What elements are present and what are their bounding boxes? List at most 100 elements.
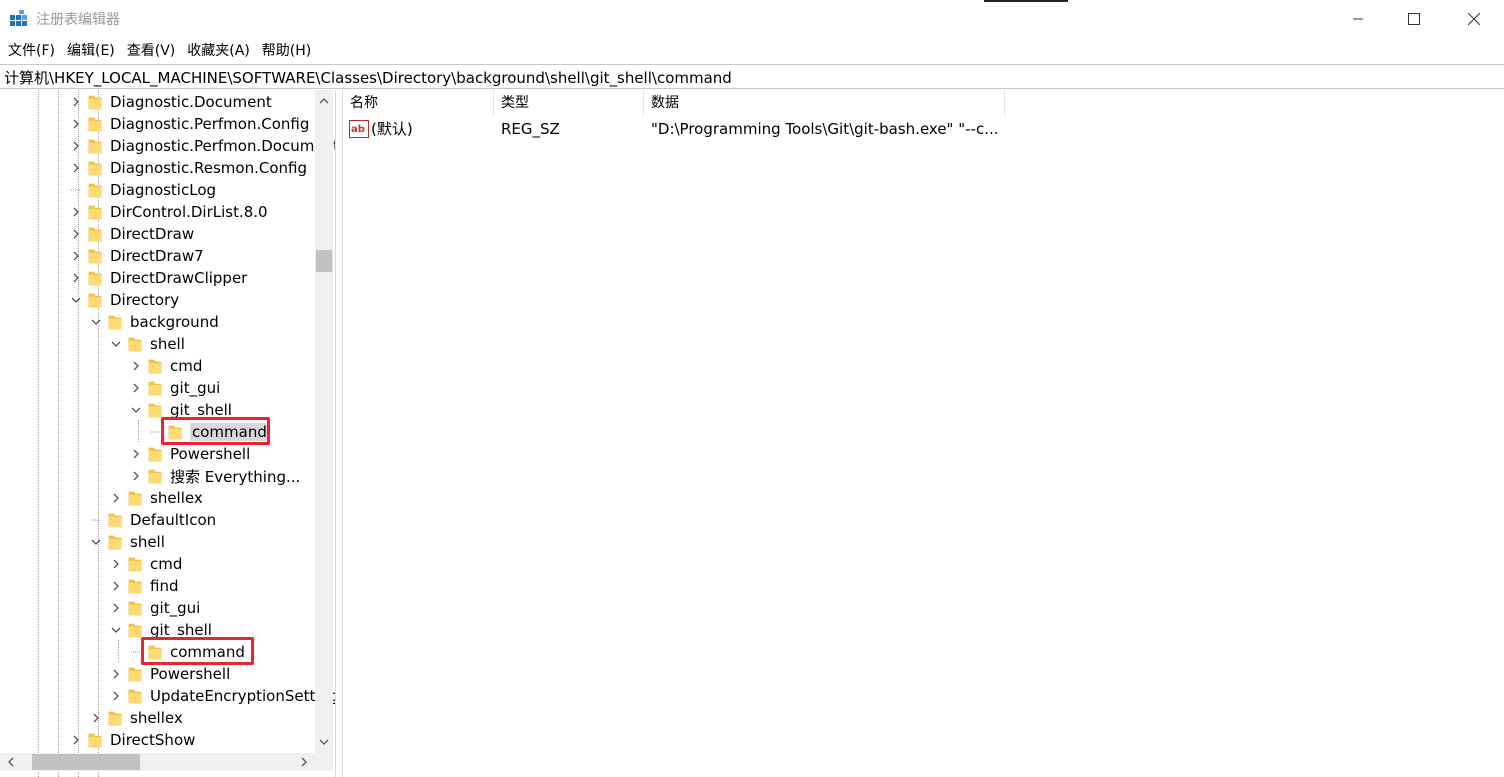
folder-icon xyxy=(88,161,102,176)
tree-item[interactable]: DirectDraw7 xyxy=(68,245,204,267)
folder-icon xyxy=(108,513,122,528)
maximize-button[interactable] xyxy=(1386,0,1442,38)
tree-expander[interactable] xyxy=(68,201,84,223)
tree-item[interactable]: Diagnostic.Resmon.Config xyxy=(68,157,307,179)
tree-item[interactable]: DirectDraw xyxy=(68,223,194,245)
tree-connector-icon xyxy=(71,189,81,191)
scroll-down-button[interactable] xyxy=(315,733,333,751)
folder-icon xyxy=(108,315,122,330)
tree-expander[interactable] xyxy=(88,707,104,729)
tree-item-label: shell xyxy=(130,533,165,551)
tree-expander[interactable] xyxy=(68,157,84,179)
values-list[interactable]: 名称 类型 数据 ab (默认) REG_SZ "D:\Programming … xyxy=(342,90,1504,777)
tree-expander[interactable] xyxy=(88,531,104,553)
horizontal-scroll-thumb[interactable] xyxy=(32,754,140,770)
tree-expander[interactable] xyxy=(68,245,84,267)
registry-tree[interactable]: Diagnostic.Document Diagnostic.Perfmon.Co… xyxy=(0,90,336,777)
menu-edit[interactable]: 编辑(E) xyxy=(61,39,121,63)
chevron-right-icon xyxy=(73,735,79,745)
tree-item[interactable]: Powershell xyxy=(108,663,230,685)
tree-expander[interactable] xyxy=(108,663,124,685)
tree-expander[interactable] xyxy=(68,267,84,289)
tree-expander[interactable] xyxy=(108,685,124,707)
tree-item[interactable]: DirectShow xyxy=(68,729,195,751)
menu-file[interactable]: 文件(F) xyxy=(2,39,61,63)
tree-expander[interactable] xyxy=(68,113,84,135)
tree-item[interactable]: shellex xyxy=(108,487,203,509)
tree-guide-line xyxy=(138,420,139,442)
minimize-button[interactable] xyxy=(1330,0,1386,38)
tree-item[interactable]: Powershell xyxy=(128,443,250,465)
tree-item[interactable]: find xyxy=(108,575,178,597)
tree-expander[interactable] xyxy=(128,465,144,487)
tree-expander[interactable] xyxy=(88,311,104,333)
tree-item[interactable]: git_gui xyxy=(128,377,220,399)
tree-item[interactable]: Diagnostic.Perfmon.Config xyxy=(68,113,309,135)
tree-horizontal-scrollbar[interactable] xyxy=(0,753,315,771)
chevron-down-icon xyxy=(111,341,121,347)
tree-item[interactable]: cmd xyxy=(128,355,202,377)
menu-favorites[interactable]: 收藏夹(A) xyxy=(181,39,256,63)
scroll-right-button[interactable] xyxy=(295,753,313,771)
tree-item-label: DirectShow xyxy=(110,731,196,749)
tree-item[interactable]: Diagnostic.Perfmon.Document xyxy=(68,135,335,157)
value-row[interactable]: ab (默认) REG_SZ "D:\Programming Tools\Git… xyxy=(343,118,1043,140)
menu-help[interactable]: 帮助(H) xyxy=(256,39,317,63)
folder-icon xyxy=(88,733,102,748)
address-path[interactable]: 计算机\HKEY_LOCAL_MACHINE\SOFTWARE\Classes\… xyxy=(4,67,732,88)
tree-item-label: 搜索 Everything... xyxy=(170,467,301,486)
column-header-type[interactable]: 类型 xyxy=(494,90,644,116)
folder-icon xyxy=(148,381,162,396)
column-header-name[interactable]: 名称 xyxy=(343,90,494,116)
folder-icon xyxy=(88,139,102,154)
tree-expander[interactable] xyxy=(68,91,84,113)
column-header-data[interactable]: 数据 xyxy=(644,90,1005,116)
tree-expander[interactable] xyxy=(108,597,124,619)
tree-item[interactable]: Directory xyxy=(68,289,179,311)
tree-expander[interactable] xyxy=(108,487,124,509)
tree-expander[interactable] xyxy=(108,575,124,597)
tree-expander[interactable] xyxy=(128,355,144,377)
tree-expander[interactable] xyxy=(108,333,124,355)
tree-item[interactable]: DirectDrawClipper xyxy=(68,267,247,289)
tree-expander[interactable] xyxy=(108,619,124,641)
chevron-right-icon xyxy=(113,603,119,613)
chevron-down-icon xyxy=(111,627,121,633)
tree-item[interactable]: cmd xyxy=(108,553,182,575)
value-type: REG_SZ xyxy=(501,120,560,138)
address-bar[interactable]: 计算机\HKEY_LOCAL_MACHINE\SOFTWARE\Classes\… xyxy=(0,64,1504,89)
tree-vertical-scrollbar[interactable] xyxy=(315,90,333,753)
tree-expander[interactable] xyxy=(128,443,144,465)
tree-expander[interactable] xyxy=(68,289,84,311)
tree-expander[interactable] xyxy=(128,377,144,399)
tree-item[interactable]: DirControl.DirList.8.0 xyxy=(68,201,268,223)
menu-view[interactable]: 查看(V) xyxy=(121,39,182,63)
close-button[interactable] xyxy=(1446,0,1502,38)
folder-icon xyxy=(108,711,122,726)
tree-expander[interactable] xyxy=(68,223,84,245)
tree-item[interactable]: 搜索 Everything... xyxy=(128,465,300,487)
tree-item[interactable]: DiagnosticLog xyxy=(68,179,216,201)
registry-editor-icon xyxy=(10,10,27,26)
tree-item[interactable]: shellex xyxy=(88,707,183,729)
tree-item[interactable]: shell xyxy=(88,531,165,553)
top-accent-line xyxy=(984,0,1068,2)
tree-item-label: DiagnosticLog xyxy=(110,181,217,199)
tree-item[interactable]: background xyxy=(88,311,219,333)
tree-expander[interactable] xyxy=(128,399,144,421)
tree-connector-icon xyxy=(131,651,141,653)
folder-icon xyxy=(148,447,162,462)
tree-item[interactable]: UpdateEncryptionSettings xyxy=(108,685,335,707)
scroll-left-button[interactable] xyxy=(2,753,20,771)
tree-item[interactable]: git_gui xyxy=(108,597,200,619)
vertical-scroll-thumb[interactable] xyxy=(316,250,332,272)
folder-icon xyxy=(148,403,162,418)
tree-expander[interactable] xyxy=(68,729,84,751)
tree-item[interactable]: shell xyxy=(108,333,185,355)
tree-expander[interactable] xyxy=(68,135,84,157)
tree-item[interactable]: Diagnostic.Document xyxy=(68,91,272,113)
scroll-up-button[interactable] xyxy=(315,92,333,110)
tree-item[interactable]: DefaultIcon xyxy=(88,509,216,531)
folder-icon xyxy=(148,359,162,374)
tree-expander[interactable] xyxy=(108,553,124,575)
